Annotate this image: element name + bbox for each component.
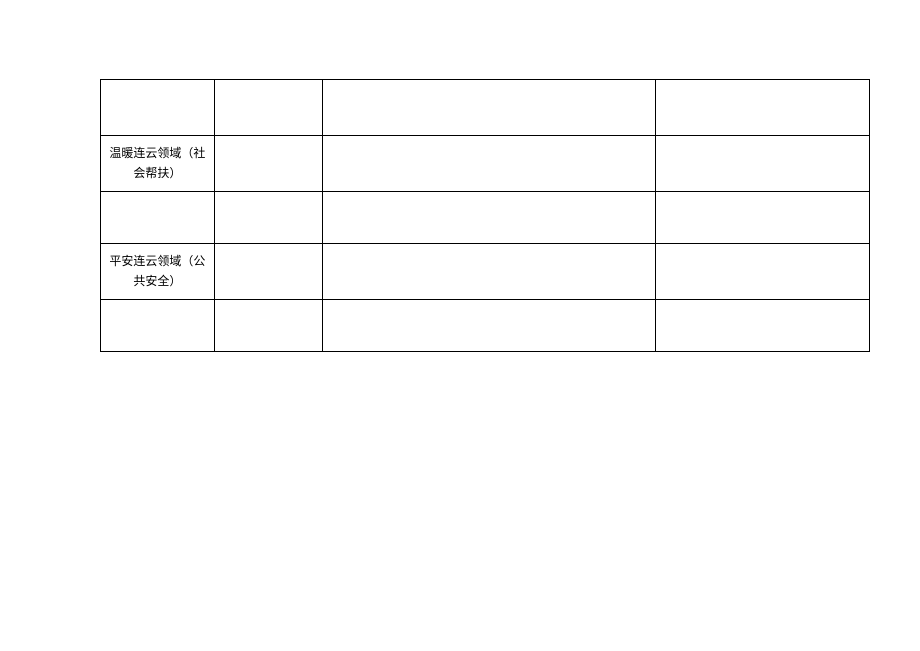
table-cell	[656, 136, 870, 192]
table-cell	[656, 80, 870, 136]
document-table: 温暖连云领域（社会帮扶） 平安连云领域（公共安全）	[100, 79, 870, 352]
table-cell	[214, 300, 322, 352]
table-cell	[656, 244, 870, 300]
table-cell	[101, 192, 215, 244]
table-cell	[214, 192, 322, 244]
table-cell-category: 平安连云领域（公共安全）	[101, 244, 215, 300]
table-cell	[322, 300, 656, 352]
table-row: 温暖连云领域（社会帮扶）	[101, 136, 870, 192]
table-cell	[214, 136, 322, 192]
table-cell	[214, 80, 322, 136]
table-cell	[101, 80, 215, 136]
table-cell	[656, 192, 870, 244]
table-cell	[322, 80, 656, 136]
document-table-container: 温暖连云领域（社会帮扶） 平安连云领域（公共安全）	[100, 79, 870, 352]
table-row	[101, 300, 870, 352]
table-row	[101, 192, 870, 244]
table-row	[101, 80, 870, 136]
table-cell	[656, 300, 870, 352]
table-cell	[101, 300, 215, 352]
table-cell	[322, 136, 656, 192]
table-cell	[322, 192, 656, 244]
table-cell-category: 温暖连云领域（社会帮扶）	[101, 136, 215, 192]
table-row: 平安连云领域（公共安全）	[101, 244, 870, 300]
table-cell	[214, 244, 322, 300]
table-cell	[322, 244, 656, 300]
